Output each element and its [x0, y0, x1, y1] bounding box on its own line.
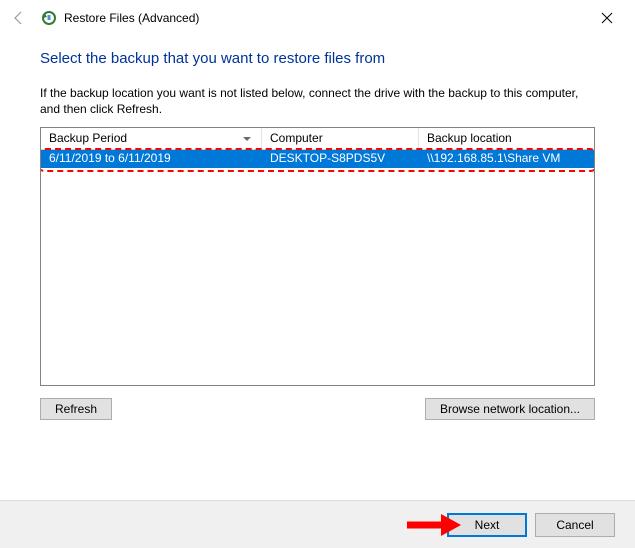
cell-computer: DESKTOP-S8PDS5V: [262, 150, 419, 168]
cell-location: \\192.168.85.1\Share VM: [419, 150, 594, 168]
cell-period: 6/11/2019 to 6/11/2019: [41, 150, 262, 168]
column-header-period[interactable]: Backup Period: [41, 128, 262, 149]
column-header-computer[interactable]: Computer: [262, 128, 419, 149]
window-title: Restore Files (Advanced): [64, 11, 199, 25]
grid-header: Backup Period Computer Backup location: [41, 128, 594, 150]
refresh-button[interactable]: Refresh: [40, 398, 112, 420]
instructions-text: If the backup location you want is not l…: [40, 85, 595, 117]
browse-network-button[interactable]: Browse network location...: [425, 398, 595, 420]
page-heading: Select the backup that you want to resto…: [40, 50, 595, 67]
restore-files-icon: [40, 9, 58, 27]
table-row[interactable]: 6/11/2019 to 6/11/2019 DESKTOP-S8PDS5V \…: [41, 150, 594, 168]
wizard-footer: Next Cancel: [0, 500, 635, 548]
cancel-button[interactable]: Cancel: [535, 513, 615, 537]
column-header-location[interactable]: Backup location: [419, 128, 594, 149]
back-button[interactable]: [8, 7, 30, 29]
next-button[interactable]: Next: [447, 513, 527, 537]
close-button[interactable]: [587, 4, 627, 32]
backup-list[interactable]: Backup Period Computer Backup location 6…: [40, 127, 595, 386]
